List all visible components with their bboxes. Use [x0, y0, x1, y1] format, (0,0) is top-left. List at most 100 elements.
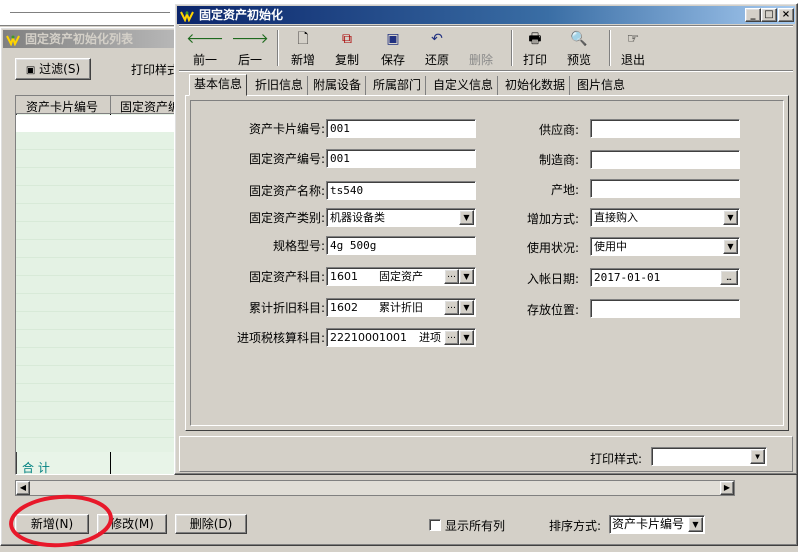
chevron-down-icon[interactable]: ▼: [459, 210, 474, 225]
close-icon[interactable]: ×: [778, 8, 794, 22]
ellipsis-icon[interactable]: …: [444, 300, 459, 315]
dialog-titlebar: 固定资产初始化 _ □ ×: [177, 6, 795, 24]
tab-basic-info[interactable]: 基本信息: [189, 74, 248, 96]
use-status-label: 使用状况:: [526, 241, 579, 255]
add-method-label: 增加方式:: [526, 212, 579, 226]
arrow-left-icon: 🡐: [186, 31, 224, 47]
exit-icon: ☞: [626, 31, 640, 47]
chevron-down-icon[interactable]: ▼: [723, 239, 738, 254]
print-style-label-dialog: 打印样式:: [590, 452, 643, 466]
ellipsis-icon[interactable]: …: [720, 270, 738, 285]
grid-header: 资产卡片编号 固定资产编: [16, 96, 176, 115]
origin-field[interactable]: [590, 179, 740, 198]
arrow-right-icon: 🡒: [231, 31, 269, 47]
sort-select[interactable]: 资产卡片编号 ▼: [609, 515, 705, 534]
toolbar-divider: [179, 25, 793, 27]
print-button[interactable]: 🖶 打印: [515, 31, 555, 71]
entry-date-label: 入帐日期:: [526, 272, 579, 286]
card-no-field[interactable]: 001: [326, 119, 476, 138]
app-logo-icon: [180, 9, 194, 23]
copy-icon: ⧉: [342, 31, 352, 47]
sort-label: 排序方式:: [549, 519, 602, 533]
prev-button[interactable]: 🡐 前一: [185, 31, 225, 71]
location-label: 存放位置:: [526, 303, 579, 317]
delete-button[interactable]: 删除(D): [175, 514, 247, 534]
manufacturer-field[interactable]: [590, 150, 740, 169]
print-icon: 🖶: [528, 31, 542, 47]
chevron-down-icon[interactable]: ▼: [723, 210, 738, 225]
tab-init-data[interactable]: 初始化数据: [501, 76, 571, 96]
asset-account-select[interactable]: 1601 固定资产 … ▼: [326, 267, 476, 286]
supplier-label: 供应商:: [538, 123, 579, 137]
minimize-icon[interactable]: _: [745, 8, 761, 22]
column-card-no[interactable]: 资产卡片编号: [26, 98, 98, 115]
tab-attached-equipment[interactable]: 附属设备: [309, 76, 367, 96]
next-button[interactable]: 🡒 后一: [230, 31, 270, 71]
supplier-field[interactable]: [590, 119, 740, 138]
dep-account-label: 累计折旧科目:: [248, 301, 325, 315]
asset-no-field[interactable]: 001: [326, 149, 476, 168]
delete-icon: [461, 31, 501, 47]
save-button[interactable]: ▣ 保存: [373, 31, 413, 71]
tab-depreciation[interactable]: 折旧信息: [251, 76, 309, 96]
save-icon: ▣: [386, 31, 400, 47]
grid-total-label: 合 计: [22, 461, 50, 475]
new-doc-icon: 🗋: [297, 31, 309, 47]
add-method-select[interactable]: 直接购入 ▼: [590, 208, 740, 227]
preview-button[interactable]: 🔍 预览: [559, 31, 599, 71]
show-all-checkbox[interactable]: [429, 519, 441, 531]
filter-button[interactable]: ▣ 过滤(S): [15, 58, 91, 80]
asset-no-label: 固定资产编号:: [248, 152, 325, 166]
ellipsis-icon[interactable]: …: [444, 330, 459, 345]
print-style-select[interactable]: ▼: [651, 447, 767, 466]
asset-grid[interactable]: 资产卡片编号 固定资产编 合 计: [15, 95, 177, 475]
undo-icon: ↶: [431, 31, 443, 47]
location-field[interactable]: [590, 299, 740, 318]
app-logo-icon: [6, 33, 20, 47]
copy-button[interactable]: ⧉ 复制: [327, 31, 367, 71]
origin-label: 产地:: [550, 183, 579, 197]
new-button[interactable]: 🗋 新增: [283, 31, 323, 71]
spec-label: 规格型号:: [272, 239, 325, 253]
tab-custom-info[interactable]: 自定义信息: [429, 76, 499, 96]
chevron-down-icon[interactable]: ▼: [750, 449, 765, 464]
maximize-icon[interactable]: □: [761, 8, 777, 22]
column-asset-no[interactable]: 固定资产编: [120, 98, 176, 115]
grid-selected-row[interactable]: [16, 115, 176, 132]
asset-type-select[interactable]: 机器设备类 ▼: [326, 208, 476, 227]
asset-name-label: 固定资产名称:: [248, 184, 325, 198]
preview-icon: 🔍: [570, 31, 588, 47]
asset-init-dialog: 固定资产初始化 _ □ × 🡐 前一 🡒 后一 🗋 新增 ⧉ 复制 ▣ 保存 ↶ 还原 删除…: [174, 3, 798, 475]
scroll-right-icon[interactable]: ▶: [720, 481, 734, 495]
chevron-down-icon[interactable]: ▼: [459, 300, 474, 315]
use-status-select[interactable]: 使用中 ▼: [590, 237, 740, 256]
asset-list-title: 固定资产初始化列表: [25, 32, 134, 46]
asset-list-titlebar: 固定资产初始化列表: [3, 30, 178, 48]
spec-field[interactable]: 4g 500g: [326, 236, 476, 255]
filter-icon: ▣: [25, 65, 36, 76]
show-all-label: 显示所有列: [445, 519, 506, 533]
horizontal-scrollbar[interactable]: ◀ ▶: [15, 480, 735, 496]
entry-date-field[interactable]: 2017-01-01 …: [590, 268, 740, 287]
chevron-down-icon[interactable]: ▼: [459, 269, 474, 284]
dep-account-select[interactable]: 1602 累计折旧 … ▼: [326, 298, 476, 317]
chevron-down-icon[interactable]: ▼: [459, 330, 474, 345]
ellipsis-icon[interactable]: …: [444, 269, 459, 284]
dialog-title: 固定资产初始化: [199, 8, 284, 22]
manufacturer-label: 制造商:: [538, 153, 579, 167]
asset-name-field[interactable]: ts540: [326, 181, 476, 200]
tab-images[interactable]: 图片信息: [573, 76, 629, 96]
asset-account-label: 固定资产科目:: [248, 270, 325, 284]
tab-panel: [185, 95, 789, 431]
delete-toolbar-button[interactable]: 删除: [461, 31, 501, 71]
card-no-label: 资产卡片编号:: [248, 122, 325, 136]
print-style-label: 打印样式: [131, 63, 180, 77]
tax-account-select[interactable]: 22210001001 进项 … ▼: [326, 328, 476, 347]
tab-department[interactable]: 所属部门: [369, 76, 427, 96]
grid-rows: [16, 132, 176, 452]
asset-type-label: 固定资产类别:: [248, 211, 325, 225]
undo-button[interactable]: ↶ 还原: [417, 31, 457, 71]
chevron-down-icon[interactable]: ▼: [688, 517, 703, 532]
exit-button[interactable]: ☞ 退出: [613, 31, 653, 71]
highlight-ring: [9, 494, 113, 548]
